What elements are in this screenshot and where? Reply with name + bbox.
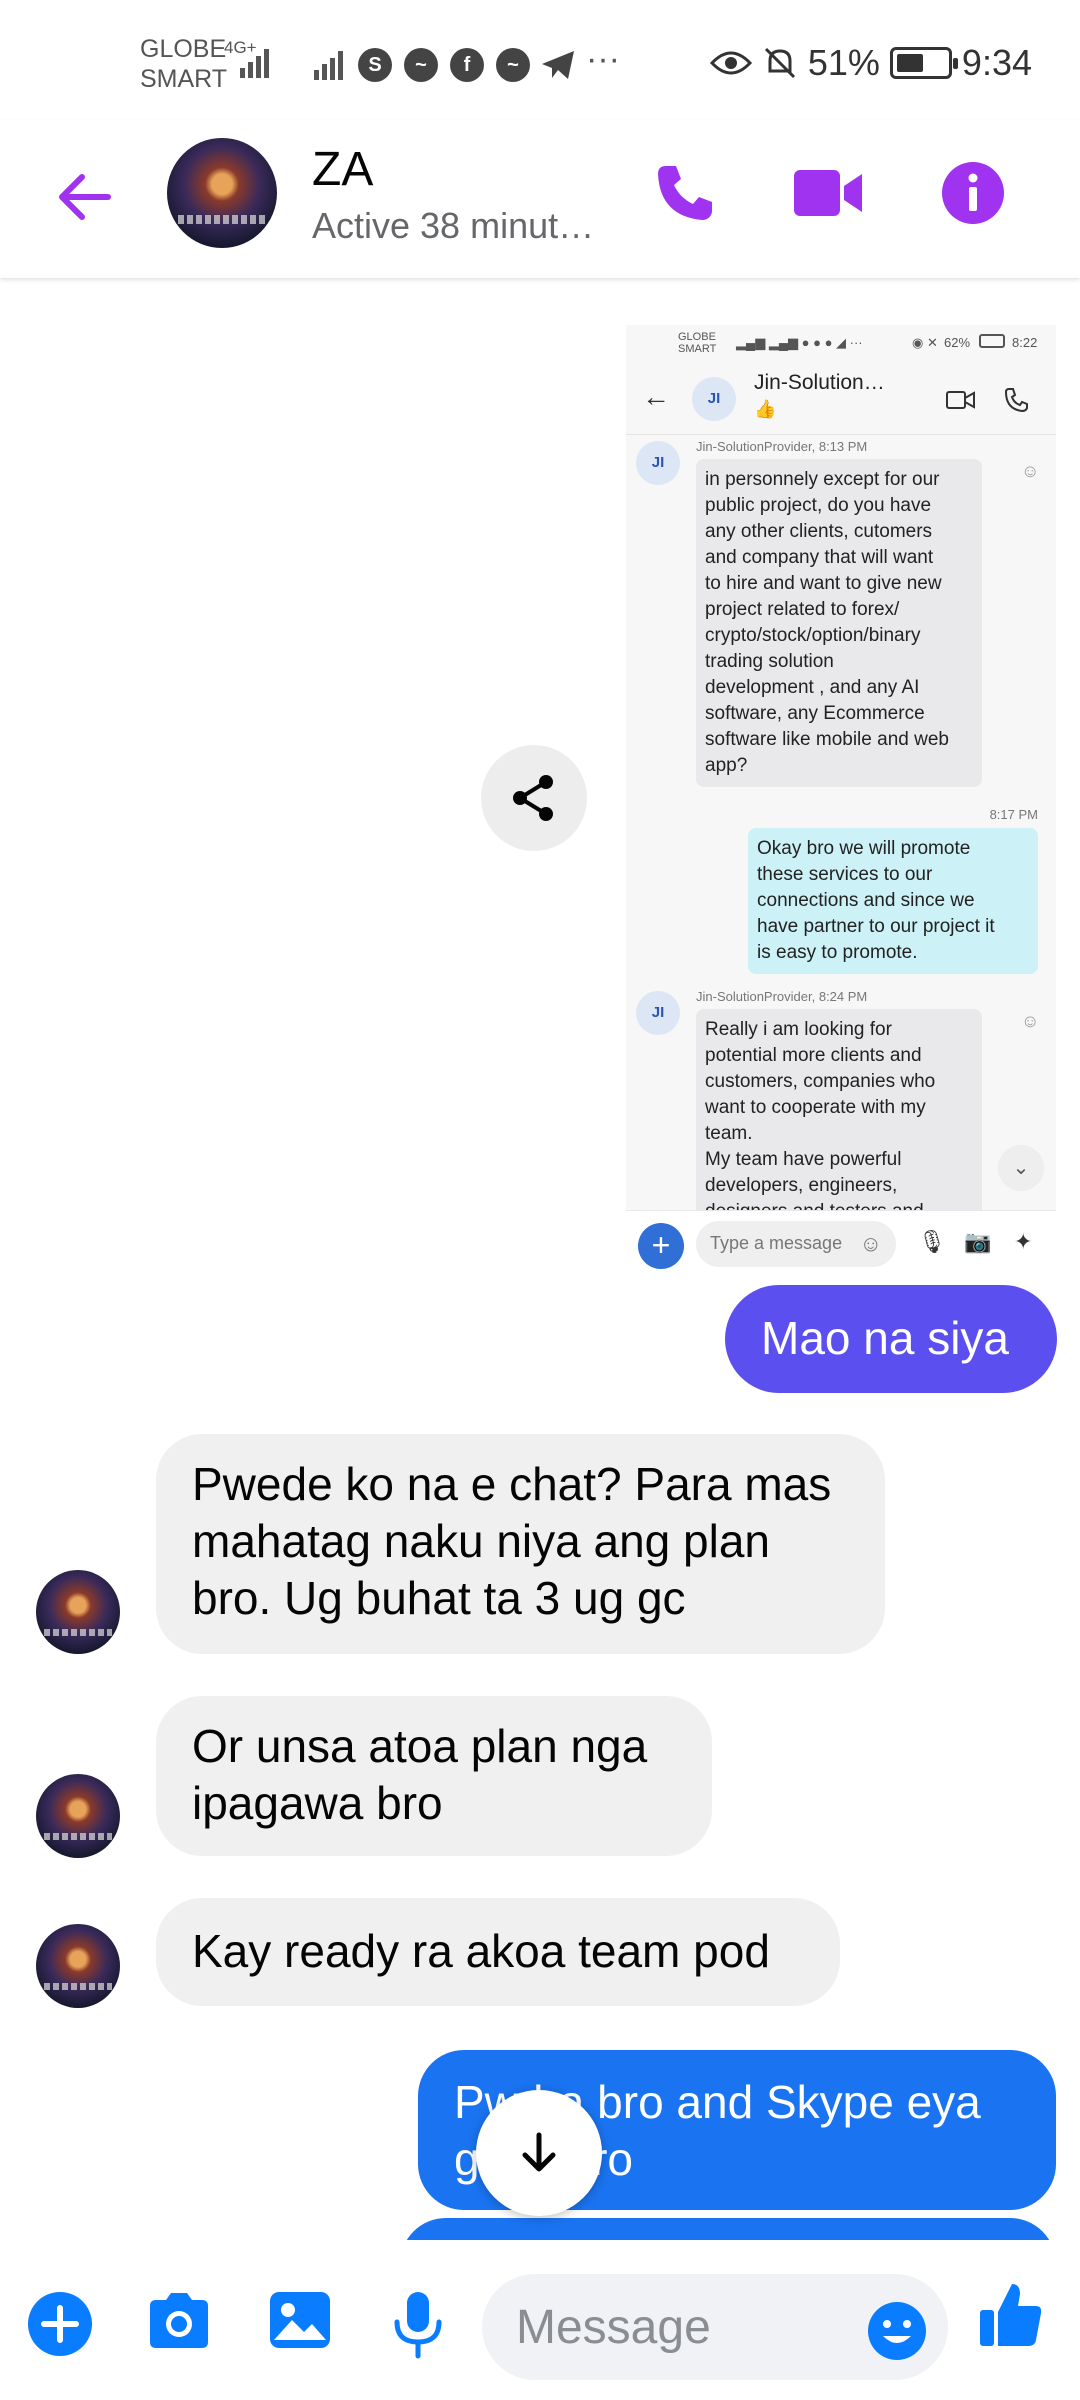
camera-icon[interactable] — [144, 2290, 214, 2352]
info-icon[interactable] — [940, 160, 1006, 226]
plus-icon[interactable] — [26, 2290, 94, 2358]
incoming-message[interactable]: Pwede ko na e chat? Para mas mahatag naku… — [156, 1434, 885, 1654]
sender-avatar[interactable] — [36, 1570, 120, 1654]
screenshot-status-bar: GLOBE SMART ▂▄▆ ▂▄▆ ● ● ● ◢ ··· ◉ ✕ 62% 8… — [678, 331, 1038, 355]
message-composer — [0, 2240, 1080, 2400]
sender-avatar[interactable] — [36, 1774, 120, 1858]
signal-icon — [240, 49, 269, 78]
contact-name[interactable]: ZA — [312, 142, 373, 197]
microphone-icon[interactable] — [390, 2290, 446, 2360]
screenshot-header: ← JI Jin-Solution… 👍 — [626, 365, 1056, 435]
carrier-label: GLOBE SMART — [140, 35, 228, 93]
sender-avatar[interactable] — [36, 1924, 120, 2008]
scroll-to-bottom-button[interactable] — [476, 2090, 602, 2216]
eye-icon — [709, 51, 752, 75]
conversation-header: ZA Active 38 minut… — [0, 120, 1080, 278]
gallery-icon[interactable] — [268, 2290, 332, 2350]
arrow-down-icon — [522, 2132, 556, 2172]
signal-icon-2 — [314, 51, 343, 80]
incoming-message[interactable]: Or unsa atoa plan nga ipagawa bro — [156, 1696, 712, 1856]
contact-active-status: Active 38 minut… — [312, 205, 595, 246]
phone-icon[interactable] — [652, 160, 718, 226]
telegram-icon — [542, 51, 574, 79]
battery-icon — [889, 47, 958, 79]
contact-avatar[interactable] — [167, 138, 277, 248]
messenger-icon: ~ — [404, 48, 438, 82]
thumbs-up-icon[interactable] — [978, 2280, 1044, 2350]
shared-screenshot-image[interactable]: GLOBE SMART ▂▄▆ ▂▄▆ ● ● ● ◢ ··· ◉ ✕ 62% 8… — [626, 325, 1056, 1275]
incoming-message[interactable]: Kay ready ra akoa team pod — [156, 1898, 840, 2006]
skype-icon: S — [358, 48, 392, 82]
back-arrow-icon[interactable] — [52, 165, 116, 229]
video-call-icon[interactable] — [792, 160, 864, 226]
facebook-icon: f — [450, 48, 484, 82]
status-right: 51% 9:34 — [709, 42, 1032, 84]
battery-percent: 51% — [807, 42, 880, 83]
clock: 9:34 — [961, 42, 1032, 83]
share-button[interactable] — [481, 745, 587, 851]
status-bar: GLOBE SMART 4G+ S ~ f ~ ··· 51% 9:34 — [0, 0, 1080, 120]
emoji-icon[interactable] — [866, 2300, 928, 2362]
share-icon — [513, 775, 553, 821]
more-notifications-icon: ··· — [586, 40, 620, 78]
messenger-icon: ~ — [496, 48, 530, 82]
screenshot-composer: + Type a message ☺ 🎙 📷 ✦ — [626, 1210, 1056, 1275]
mute-icon — [764, 47, 795, 79]
outgoing-message[interactable]: Mao na siya — [725, 1285, 1057, 1393]
